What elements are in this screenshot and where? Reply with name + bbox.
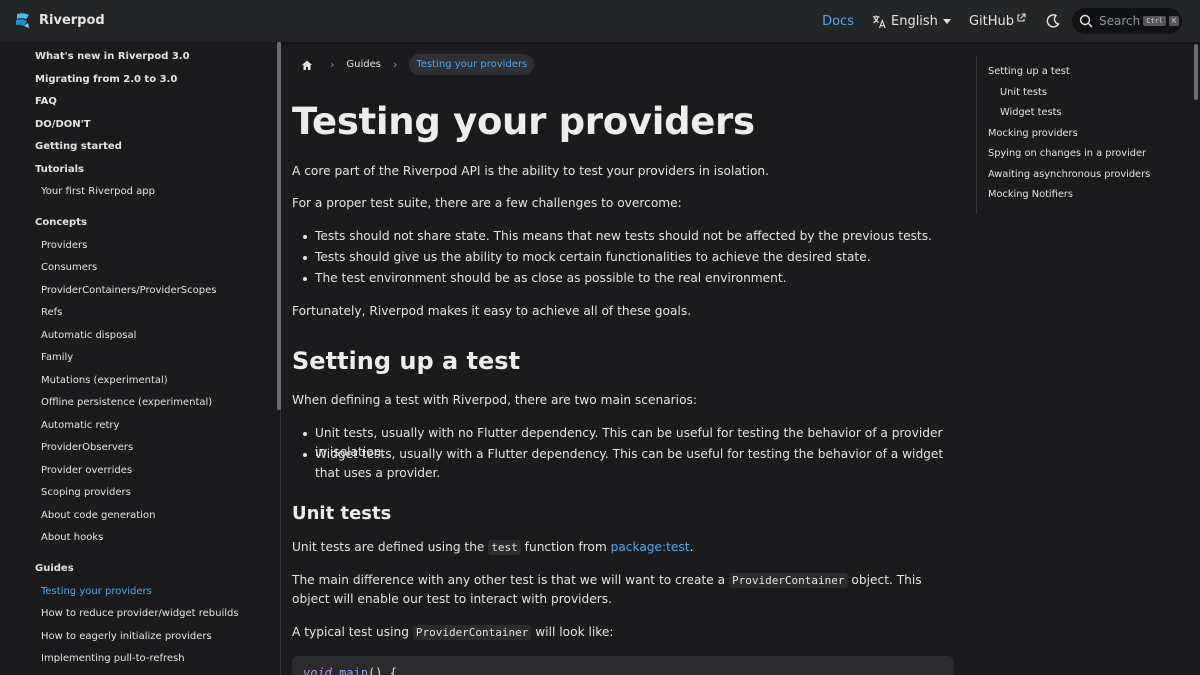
search-placeholder: Search (1099, 14, 1141, 28)
inline-code: ProviderContainer (728, 573, 848, 588)
code-keyword: void (303, 666, 332, 675)
sidebar-item-offline[interactable]: Offline persistence (experimental) (41, 397, 212, 408)
language-dropdown[interactable]: English (872, 14, 951, 29)
breadcrumb-home[interactable] (296, 54, 318, 76)
toc-item-spying[interactable]: Spying on changes in a provider (988, 148, 1146, 159)
sidebar-item-provider-containers[interactable]: ProviderContainers/ProviderScopes (41, 285, 216, 296)
toc-item-awaiting[interactable]: Awaiting asynchronous providers (988, 169, 1150, 180)
bullet (303, 235, 307, 239)
brand-title: Riverpod (39, 13, 105, 28)
chevron-right-icon: › (330, 58, 335, 71)
inline-code: ProviderContainer (412, 625, 532, 640)
home-icon (302, 60, 312, 70)
docs-link[interactable]: Docs (822, 14, 854, 29)
inline-code: test (488, 540, 521, 555)
moon-icon[interactable] (1044, 12, 1062, 30)
scenarios-lead: When defining a test with Riverpod, ther… (292, 393, 697, 407)
language-label: English (890, 13, 938, 29)
bullet (303, 256, 307, 260)
text-run: A typical test using (292, 625, 413, 639)
breadcrumb: › Guides › Testing your providers (296, 53, 535, 76)
brand-link[interactable]: Riverpod (14, 12, 105, 29)
text-run: . (689, 540, 694, 554)
table-of-contents: Setting up a test Unit tests Widget test… (976, 56, 1176, 214)
page-title: Testing your providers (292, 100, 755, 143)
search-icon (1079, 14, 1093, 28)
sidebar-item-mutations[interactable]: Mutations (experimental) (41, 375, 168, 386)
sidebar-item-eager-init[interactable]: How to eagerly initialize providers (41, 631, 212, 642)
sidebar-item-refs[interactable]: Refs (41, 307, 62, 318)
code-punctuation: () { (368, 666, 397, 675)
sidebar-category-guides[interactable]: Guides (35, 563, 74, 574)
github-link[interactable]: GitHub (968, 13, 1026, 29)
sidebar-item-family[interactable]: Family (41, 352, 73, 363)
text-run: Unit tests are defined using the (292, 540, 489, 554)
sidebar-item-faq[interactable]: FAQ (35, 96, 57, 107)
sidebar-scrollbar[interactable] (277, 42, 281, 410)
fortunately-paragraph: Fortunately, Riverpod makes it easy to a… (292, 304, 692, 318)
list-item: Tests should not share state. This means… (315, 229, 932, 243)
toc-item-mocking-providers[interactable]: Mocking providers (988, 128, 1078, 139)
breadcrumb-guides[interactable]: Guides (346, 59, 381, 70)
toc-item-setting-up[interactable]: Setting up a test (988, 66, 1070, 77)
sidebar-item-observers[interactable]: ProviderObservers (41, 442, 133, 453)
sidebar-item-reduce-rebuilds[interactable]: How to reduce provider/widget rebuilds (41, 608, 239, 619)
sidebar-item-do-dont[interactable]: DO/DON'T (35, 119, 91, 130)
sidebar-item-consumers[interactable]: Consumers (41, 262, 97, 273)
list-item: The test environment should be as close … (315, 271, 787, 285)
challenges-lead: For a proper test suite, there are a few… (292, 196, 682, 210)
sidebar-category-concepts[interactable]: Concepts (35, 217, 87, 228)
navbar: Riverpod Docs English GitHub Search Ctrl… (0, 0, 1200, 42)
sidebar-item-auto-dispose[interactable]: Automatic disposal (41, 330, 136, 341)
sidebar-item-retry[interactable]: Automatic retry (41, 420, 119, 431)
sidebar-item-codegen[interactable]: About code generation (41, 510, 155, 521)
unit-paragraph-3: A typical test using ProviderContainer w… (292, 623, 962, 642)
search-button[interactable]: Search Ctrl K (1072, 8, 1182, 34)
sidebar-item-testing[interactable]: Testing your providers (41, 586, 152, 597)
text-run: function from (520, 540, 611, 554)
bullet (303, 453, 307, 457)
sidebar-item-migrating[interactable]: Migrating from 2.0 to 3.0 (35, 74, 177, 85)
riverpod-logo-icon (16, 13, 29, 28)
github-label: GitHub (968, 13, 1014, 29)
sidebar-item-overrides[interactable]: Provider overrides (41, 465, 132, 476)
kbd-ctrl: Ctrl (1143, 16, 1167, 26)
article: › Guides › Testing your providers Testin… (282, 42, 970, 675)
chevron-right-icon: › (392, 58, 398, 71)
sidebar-item-whats-new[interactable]: What's new in Riverpod 3.0 (35, 51, 190, 62)
bullet (303, 277, 307, 281)
heading-unit-tests: Unit tests (292, 503, 392, 524)
sidebar-item-getting-started[interactable]: Getting started (35, 141, 122, 152)
sidebar-item-providers[interactable]: Providers (41, 240, 87, 251)
unit-paragraph-1: Unit tests are defined using the test fu… (292, 538, 962, 557)
intro-paragraph: A core part of the Riverpod API is the a… (292, 164, 770, 178)
text-run: will look like: (531, 625, 614, 639)
unit-paragraph-2: The main difference with any other test … (292, 571, 962, 609)
translate-icon (872, 14, 886, 28)
sidebar-item-pull-to-refresh[interactable]: Implementing pull-to-refresh (41, 653, 185, 664)
sidebar: What's new in Riverpod 3.0 Migrating fro… (0, 42, 281, 675)
toc-item-mocking-notifiers[interactable]: Mocking Notifiers (988, 189, 1073, 200)
sidebar-item-first-app[interactable]: Your first Riverpod app (41, 186, 155, 197)
toc-item-widget-tests[interactable]: Widget tests (1000, 107, 1062, 118)
external-link-icon (1017, 13, 1026, 22)
breadcrumb-current: Testing your providers (409, 54, 535, 75)
text-run: The main difference with any other test … (292, 573, 729, 587)
code-block[interactable]: void main() { (292, 656, 954, 675)
chevron-down-icon (942, 18, 951, 24)
toc-item-unit-tests[interactable]: Unit tests (1000, 87, 1047, 98)
sidebar-category-tutorials[interactable]: Tutorials (35, 164, 84, 175)
kbd-k: K (1169, 16, 1180, 26)
package-test-link[interactable]: package:test (611, 540, 690, 554)
sidebar-item-scoping[interactable]: Scoping providers (41, 487, 131, 498)
list-item: Widget tests, usually with a Flutter dep… (315, 447, 944, 480)
bullet (303, 432, 307, 436)
heading-setting-up: Setting up a test (292, 347, 521, 375)
code-function: main (339, 666, 369, 675)
page-scrollbar[interactable] (1194, 44, 1198, 100)
sidebar-item-hooks[interactable]: About hooks (41, 532, 103, 543)
list-item: Tests should give us the ability to mock… (315, 250, 871, 264)
